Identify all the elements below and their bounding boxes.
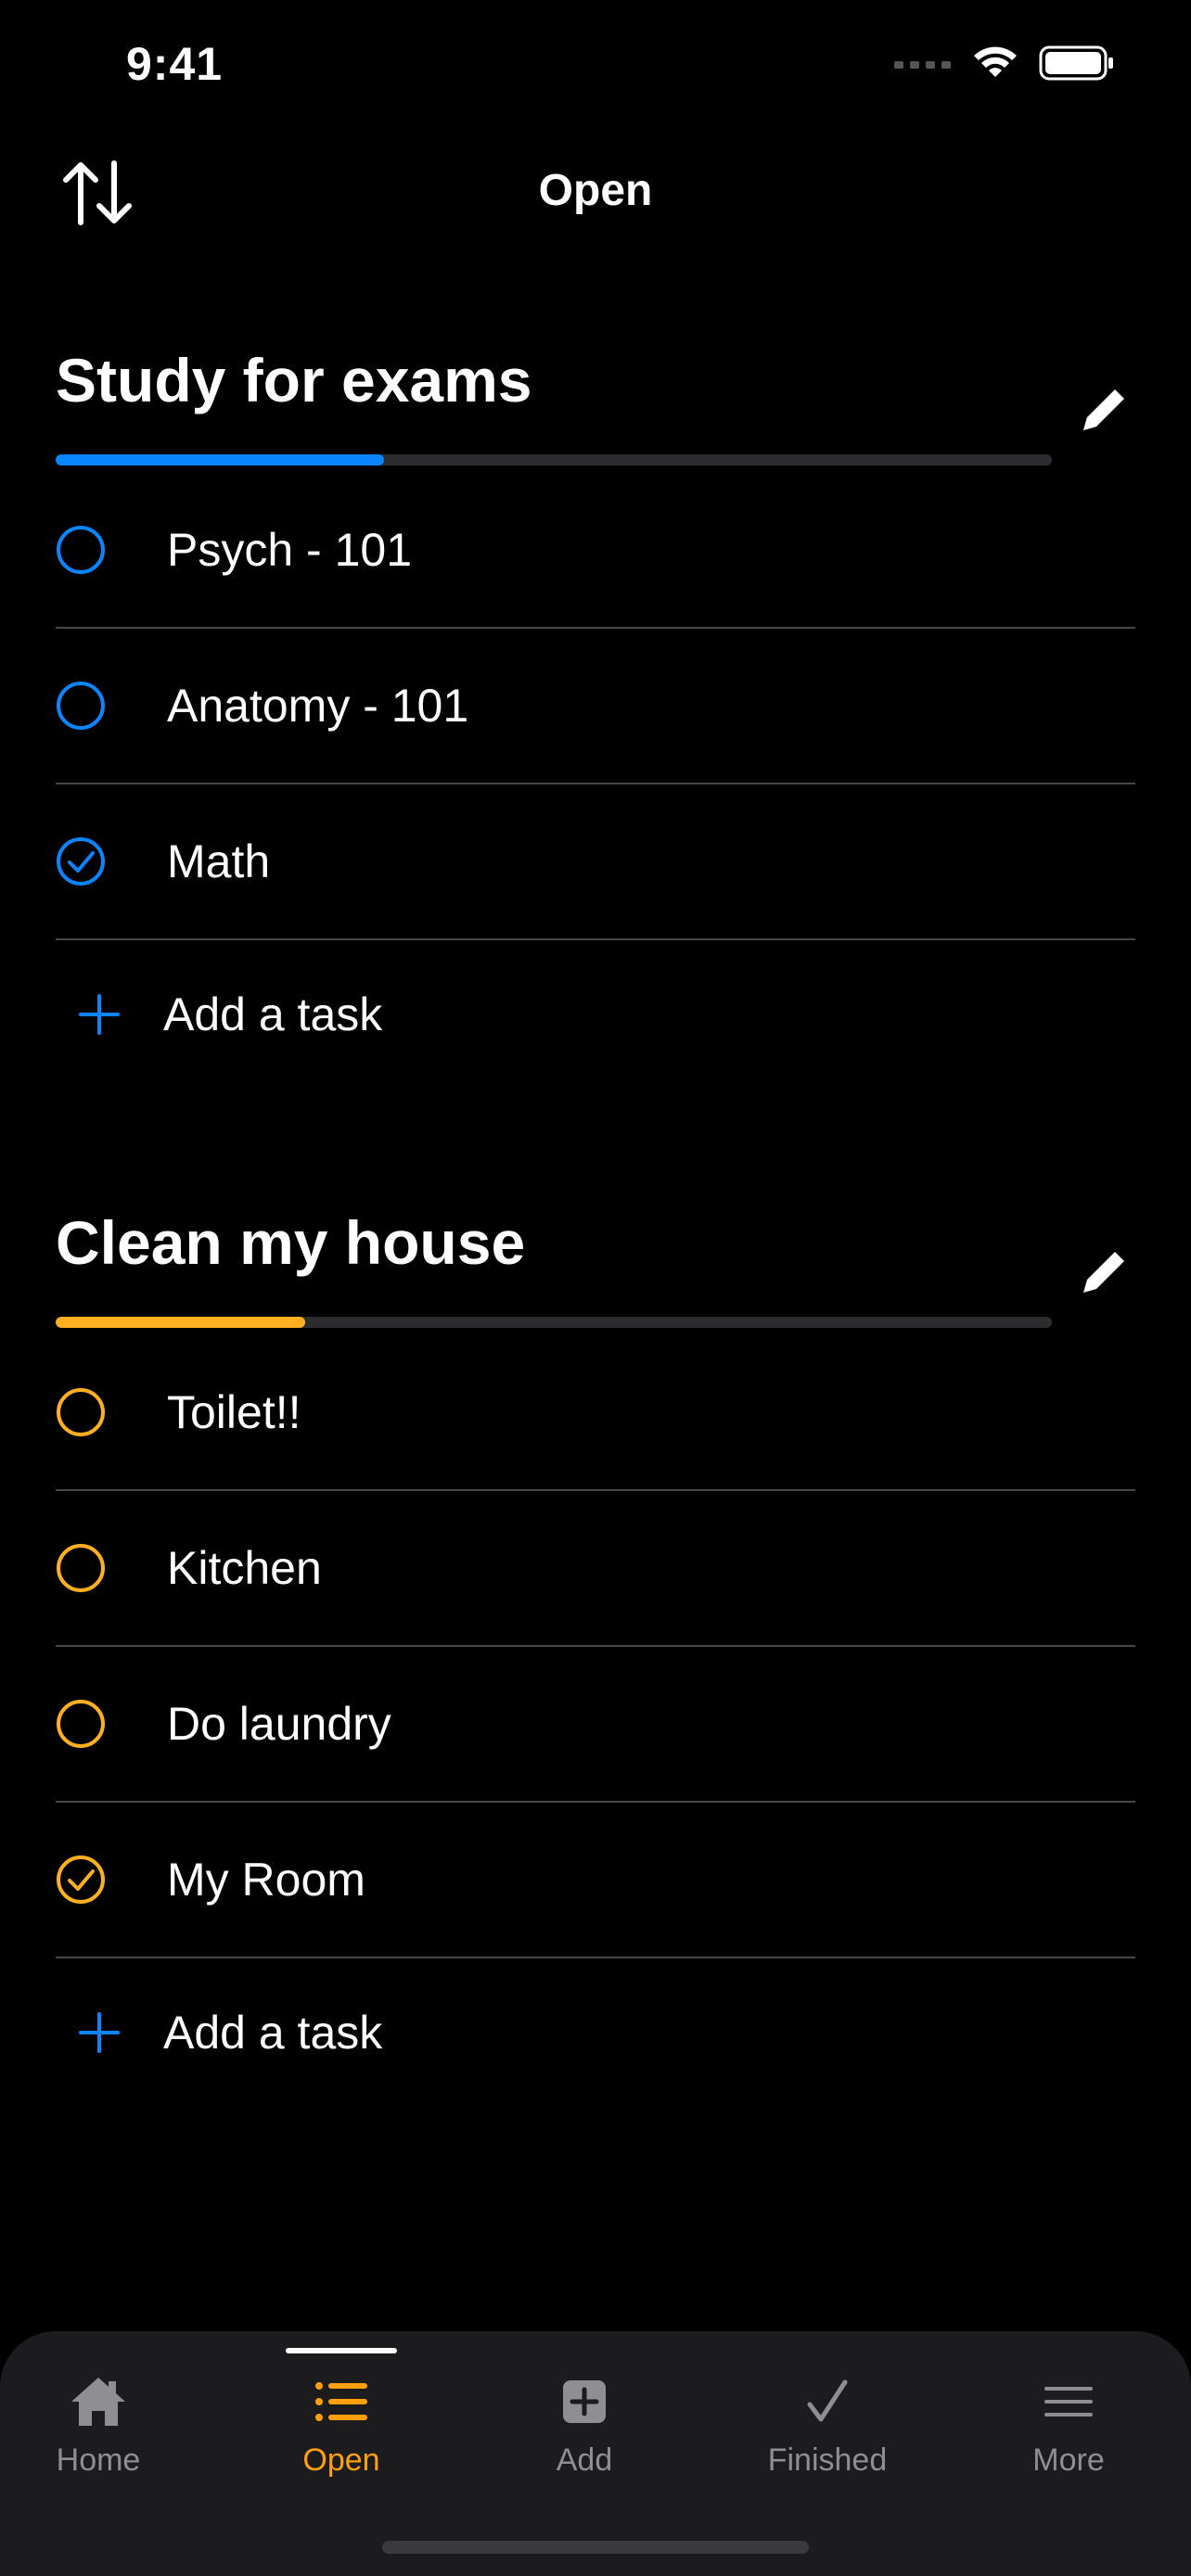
page-title: Open [538,166,653,215]
list-progress-bar [56,1317,1052,1328]
list-progress-fill [56,454,385,465]
edit-list-button[interactable] [1067,1235,1141,1309]
list-icon [304,2368,378,2435]
checkmark-icon [790,2368,864,2435]
task-label: Kitchen [167,1542,322,1594]
tab-home[interactable]: Home [6,2368,191,2489]
task-label: My Room [167,1854,365,1906]
status-icons [894,45,1115,82]
battery-icon [1039,45,1113,81]
tab-finished[interactable]: Finished [735,2368,920,2489]
tab-add[interactable]: Add [492,2368,677,2489]
add-task-label: Add a task [163,988,383,1040]
signal-icon [894,61,951,69]
list-progress-fill [56,1317,305,1328]
checkbox-checked-icon[interactable] [56,836,106,886]
house-icon [61,2368,135,2435]
task-row[interactable]: Toilet!! [56,1335,1135,1491]
status-time: 9:41 [126,38,224,90]
plus-square-icon [547,2368,621,2435]
home-indicator [382,2541,809,2554]
tab-open[interactable]: Open [249,2368,434,2489]
edit-list-button[interactable] [1067,373,1141,447]
checkbox-empty-icon[interactable] [56,1543,106,1593]
task-label: Toilet!! [167,1386,301,1438]
task-label: Psych - 101 [167,524,413,576]
checkbox-checked-icon[interactable] [56,1855,106,1905]
checkbox-empty-icon[interactable] [56,1387,106,1437]
plus-icon [74,989,124,1039]
task-label: Do laundry [167,1698,391,1750]
tab-label: Add [556,2442,613,2478]
add-task-label: Add a task [163,2007,383,2059]
task-row[interactable]: Psych - 101 [56,473,1135,629]
checkbox-empty-icon[interactable] [56,525,106,575]
wifi-icon [974,46,1017,77]
tab-more[interactable]: More [976,2368,1161,2489]
task-list-study: Study for exams Psych - 101 Anatomy - 10… [0,345,1191,1142]
tab-bar: Home Open Add Finished More [0,2331,1191,2576]
list-title: Study for exams [56,346,532,414]
checkbox-empty-icon[interactable] [56,681,106,731]
nav-bar: Open [0,139,1191,250]
status-bar: 9:41 [0,0,1191,139]
task-row[interactable]: My Room [56,1803,1135,1958]
add-task-button[interactable]: Add a task [56,940,1135,1089]
task-row[interactable]: Math [56,784,1135,940]
tab-label: Home [56,2442,141,2478]
task-label: Anatomy - 101 [167,680,469,732]
menu-icon [1031,2368,1106,2435]
list-title: Clean my house [56,1208,526,1277]
tab-label: Open [302,2442,380,2478]
task-row[interactable]: Do laundry [56,1647,1135,1803]
task-row[interactable]: Kitchen [56,1491,1135,1647]
pencil-icon [1083,1252,1124,1293]
list-progress-bar [56,454,1052,465]
task-row[interactable]: Anatomy - 101 [56,629,1135,784]
plus-icon [74,2008,124,2058]
pencil-icon [1083,389,1124,430]
task-label: Math [167,835,271,887]
tab-label: Finished [767,2442,888,2478]
task-rows: Toilet!! Kitchen Do laundry My Room Add … [56,1335,1135,2107]
active-tab-indicator [286,2348,397,2353]
add-task-button[interactable]: Add a task [56,1958,1135,2107]
tab-label: More [1032,2442,1105,2478]
checkbox-empty-icon[interactable] [56,1699,106,1749]
task-list-clean: Clean my house Toilet!! Kitchen Do laund… [0,1207,1191,2135]
task-rows: Psych - 101 Anatomy - 101 Math Add a tas… [56,473,1135,1089]
